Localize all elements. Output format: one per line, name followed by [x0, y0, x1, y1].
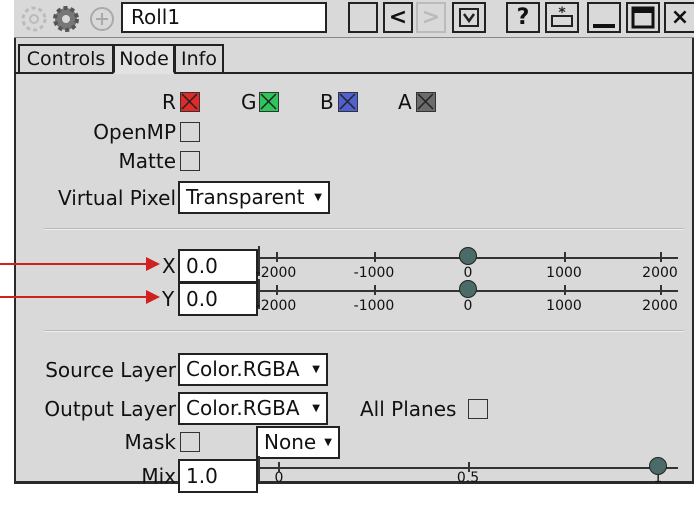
add-icon[interactable]	[88, 5, 116, 33]
y-tick-label: -1000	[353, 298, 395, 314]
x-tick-mark	[564, 252, 566, 262]
all-planes-label: All Planes	[360, 397, 457, 421]
y-label: Y	[162, 287, 175, 311]
virtual-pixel-dropdown[interactable]: Transparent ▼	[178, 181, 330, 214]
mix-tick-label: 0.5	[456, 470, 480, 486]
mask-dropdown[interactable]: None ▼	[256, 426, 340, 459]
x-tick-mark	[276, 252, 278, 262]
tab-node[interactable]: Node	[113, 44, 175, 74]
next-button[interactable]: >	[416, 2, 446, 33]
mask-label: Mask	[124, 430, 176, 454]
annotation-arrowhead-y	[146, 290, 160, 304]
virtual-pixel-value: Transparent	[186, 185, 305, 209]
source-layer-dropdown[interactable]: Color.RGBA ▼	[178, 353, 328, 386]
channel-g-checkbox[interactable]	[259, 92, 279, 112]
matte-checkbox[interactable]	[180, 151, 200, 171]
x-slider-handle[interactable]	[459, 247, 477, 265]
output-layer-dropdown[interactable]: Color.RGBA ▼	[178, 392, 328, 425]
mix-slider[interactable]: 0 0.5 1	[258, 456, 678, 486]
output-layer-value: Color.RGBA	[186, 396, 300, 420]
source-layer-value: Color.RGBA	[186, 357, 300, 381]
output-layer-label: Output Layer	[44, 397, 176, 421]
virtual-pixel-label: Virtual Pixel	[58, 186, 176, 210]
channel-a-checkbox[interactable]	[416, 92, 436, 112]
help-button[interactable]: ?	[506, 2, 540, 33]
source-layer-label: Source Layer	[45, 358, 176, 382]
svg-text:*: *	[558, 5, 566, 21]
channel-g-label: G	[241, 90, 257, 114]
y-tick-mark	[564, 285, 566, 295]
y-tick-label: -2000	[255, 298, 297, 314]
mix-value-field[interactable]: 1.0	[178, 459, 258, 493]
blank-button[interactable]	[348, 2, 378, 33]
annotation-arrow-y	[0, 296, 146, 298]
separator-1	[44, 228, 684, 230]
mix-slider-handle[interactable]	[649, 457, 667, 475]
y-tick-label: 1000	[546, 298, 582, 314]
chevron-down-icon: ▼	[312, 403, 320, 414]
gear-icon[interactable]	[52, 5, 80, 33]
maximize-icon[interactable]	[626, 2, 660, 33]
chevron-down-icon: ▼	[312, 364, 320, 375]
tab-info[interactable]: Info	[174, 44, 224, 74]
x-label: X	[162, 254, 176, 278]
channel-b-label: B	[320, 90, 334, 114]
x-tick-mark	[660, 252, 662, 262]
node-color-icon[interactable]	[20, 5, 48, 33]
y-slider-handle[interactable]	[459, 280, 477, 298]
channel-b-checkbox[interactable]	[338, 92, 358, 112]
annotation-arrowhead-x	[146, 257, 160, 271]
y-tick-mark	[276, 285, 278, 295]
mask-value: None	[264, 430, 317, 454]
annotation-arrow-x	[0, 263, 146, 265]
mix-tick-label: 0	[274, 470, 284, 486]
minimize-icon[interactable]	[587, 2, 621, 33]
tab-controls[interactable]: Controls	[18, 44, 114, 74]
y-tick-label: 0	[463, 298, 473, 314]
undo-icon[interactable]	[452, 2, 486, 33]
channel-r-checkbox[interactable]	[180, 92, 200, 112]
y-tick-mark	[660, 285, 662, 295]
matte-label: Matte	[118, 149, 177, 173]
y-tick-label: 2000	[642, 298, 678, 314]
y-tick-mark	[374, 285, 376, 295]
chevron-down-icon: ▼	[314, 192, 322, 203]
openmp-checkbox[interactable]	[180, 122, 200, 142]
x-tick-mark	[374, 252, 376, 262]
openmp-label: OpenMP	[93, 120, 176, 144]
separator-2	[44, 330, 684, 332]
mask-checkbox[interactable]	[180, 432, 200, 452]
close-button[interactable]: ×	[664, 2, 694, 33]
channel-r-label: R	[162, 90, 176, 114]
float-panel-icon[interactable]: *	[545, 2, 579, 33]
prev-button[interactable]: <	[383, 2, 413, 33]
mix-label: Mix	[141, 464, 176, 488]
node-name-field[interactable]: Roll1	[121, 2, 327, 33]
channel-a-label: A	[398, 90, 412, 114]
y-slider[interactable]: -2000 -1000 0 1000 2000	[256, 279, 678, 319]
chevron-down-icon: ▼	[324, 437, 332, 448]
all-planes-checkbox[interactable]	[468, 399, 488, 419]
